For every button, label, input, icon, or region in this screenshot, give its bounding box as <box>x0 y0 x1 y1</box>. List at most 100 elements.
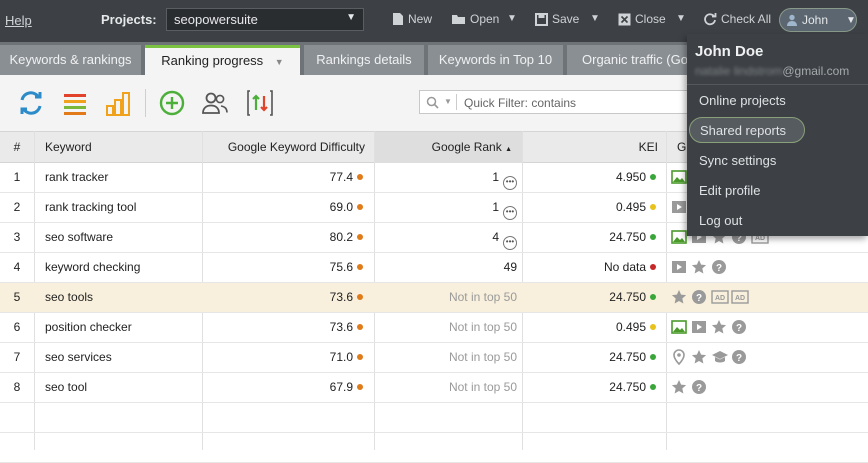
kei-status-dot <box>650 324 656 330</box>
tab-ranking-progress-label: Ranking progress <box>161 53 264 68</box>
svg-text:?: ? <box>736 323 742 334</box>
keyword-cell: rank tracking tool <box>45 200 137 214</box>
kei-value: No data <box>603 260 646 274</box>
chevron-down-icon[interactable]: ▼ <box>444 97 452 106</box>
difficulty-cell: 77.4 <box>203 163 363 192</box>
close-button-label: Close <box>635 12 666 26</box>
difficulty-value: 67.9 <box>329 380 353 394</box>
add-keyword-button[interactable] <box>157 88 187 118</box>
table-row[interactable]: 6 position checker 73.6 Not in top 50 0.495? <box>0 313 868 343</box>
list-lines-icon <box>64 94 86 115</box>
project-select-value: seopowersuite <box>174 12 258 27</box>
keyword-cell: position checker <box>45 320 132 334</box>
difficulty-value: 73.6 <box>329 320 353 334</box>
open-button[interactable]: Open <box>451 12 499 26</box>
image-icon <box>671 319 687 335</box>
column-header-num[interactable]: # <box>0 132 34 163</box>
user-menu-button[interactable]: John ▼ <box>779 8 857 32</box>
close-button[interactable]: Close <box>618 12 666 26</box>
svg-text:?: ? <box>736 353 742 364</box>
filter-divider <box>456 94 457 110</box>
new-button[interactable]: New <box>392 12 432 26</box>
tab-keywords-top10[interactable]: Keywords in Top 10 <box>428 45 563 75</box>
help-icon: ? <box>731 349 747 365</box>
difficulty-cell: 73.6 <box>203 283 363 312</box>
more-options-icon[interactable]: ••• <box>503 236 517 250</box>
column-header-rank-label: Google Rank <box>431 140 502 154</box>
serp-features-cell: ? AD AD <box>671 289 749 305</box>
help-icon: ? <box>731 319 747 335</box>
users-icon <box>202 92 228 114</box>
project-select[interactable]: seopowersuite ▼ <box>166 8 364 31</box>
rank-value: Not in top 50 <box>448 350 517 364</box>
refresh-icon <box>704 13 717 26</box>
tab-rankings-details[interactable]: Rankings details <box>304 45 424 75</box>
sort-ascending-icon: ▲ <box>505 146 512 153</box>
menu-item-edit-profile[interactable]: Edit profile <box>699 183 760 198</box>
plus-circle-icon <box>159 90 185 116</box>
update-rankings-button[interactable] <box>16 88 46 118</box>
difficulty-cell: 69.0 <box>203 193 363 222</box>
star-icon <box>671 379 687 395</box>
tab-ranking-progress[interactable]: Ranking progress ▼ <box>145 45 300 75</box>
help-menu[interactable]: Help <box>5 13 32 28</box>
more-options-icon[interactable]: ••• <box>503 176 517 190</box>
table-row[interactable] <box>0 433 868 463</box>
table-row[interactable]: 7 seo services 71.0 Not in top 50 24.750? <box>0 343 868 373</box>
save-dropdown-icon[interactable]: ▼ <box>590 13 600 24</box>
star-icon <box>691 259 707 275</box>
rank-value: Not in top 50 <box>448 320 517 334</box>
kei-cell: 0.495 <box>523 193 656 222</box>
menu-item-log-out[interactable]: Log out <box>699 213 742 228</box>
menu-item-online-projects[interactable]: Online projects <box>699 93 786 108</box>
table-row[interactable]: 5 seo tools 73.6 Not in top 50 24.750? AD AD <box>0 283 868 313</box>
more-options-icon[interactable]: ••• <box>503 206 517 220</box>
table-row[interactable] <box>0 403 868 433</box>
tab-organic-traffic[interactable]: Organic traffic (Goo <box>567 45 707 75</box>
check-all-button[interactable]: Check All <box>703 12 771 26</box>
user-full-name: John Doe <box>695 43 764 60</box>
tab-keywords-rankings[interactable]: Keywords & rankings <box>0 45 141 75</box>
chevron-down-icon[interactable]: ▼ <box>275 57 284 67</box>
kei-cell: 0.495 <box>523 313 656 342</box>
rank-cell: 49 <box>375 253 517 282</box>
keyword-list-button[interactable] <box>61 88 91 118</box>
column-header-keyword[interactable]: Keyword <box>45 132 195 163</box>
video-icon <box>671 259 687 275</box>
competitors-button[interactable] <box>200 88 230 118</box>
graduation-cap-icon <box>711 349 728 365</box>
ad-icon: AD <box>731 289 749 305</box>
menu-item-shared-reports[interactable]: Shared reports <box>689 117 805 143</box>
ad-icon: AD <box>711 289 729 305</box>
chart-button[interactable] <box>104 88 134 118</box>
star-icon <box>691 349 707 365</box>
email-hidden-part: natalie lindstrom <box>695 64 783 78</box>
help-icon: ? <box>691 379 707 395</box>
difficulty-cell: 67.9 <box>203 373 363 402</box>
table-row[interactable]: 8 seo tool 67.9 Not in top 50 24.750? <box>0 373 868 403</box>
bar-chart-icon <box>106 92 130 116</box>
user-name-label: John <box>802 13 829 27</box>
column-header-rank[interactable]: Google Rank ▲ <box>375 132 522 163</box>
chevron-down-icon: ▼ <box>346 12 356 23</box>
kei-value: 24.750 <box>609 230 646 244</box>
row-number: 2 <box>13 200 21 214</box>
close-dropdown-icon[interactable]: ▼ <box>676 13 686 24</box>
keyword-cell: rank tracker <box>45 170 109 184</box>
kei-value: 0.495 <box>615 320 646 334</box>
sort-button[interactable] <box>245 88 275 118</box>
serp-features-cell: ? <box>671 379 707 395</box>
menu-item-sync-settings[interactable]: Sync settings <box>699 153 776 168</box>
new-button-label: New <box>408 12 433 26</box>
kei-value: 4.950 <box>615 170 646 184</box>
column-header-difficulty[interactable]: Google Keyword Difficulty <box>203 132 365 163</box>
difficulty-value: 75.6 <box>329 260 353 274</box>
quick-filter-input[interactable]: ▼ Quick Filter: contains <box>419 90 709 114</box>
column-header-kei[interactable]: KEI <box>523 132 658 163</box>
kei-cell: No data <box>523 253 656 282</box>
rank-value: 49 <box>503 260 517 274</box>
save-button[interactable]: Save <box>535 12 579 26</box>
table-row[interactable]: 4 keyword checking 75.6 49 No data? <box>0 253 868 283</box>
search-icon <box>426 96 439 109</box>
open-dropdown-icon[interactable]: ▼ <box>507 13 517 24</box>
